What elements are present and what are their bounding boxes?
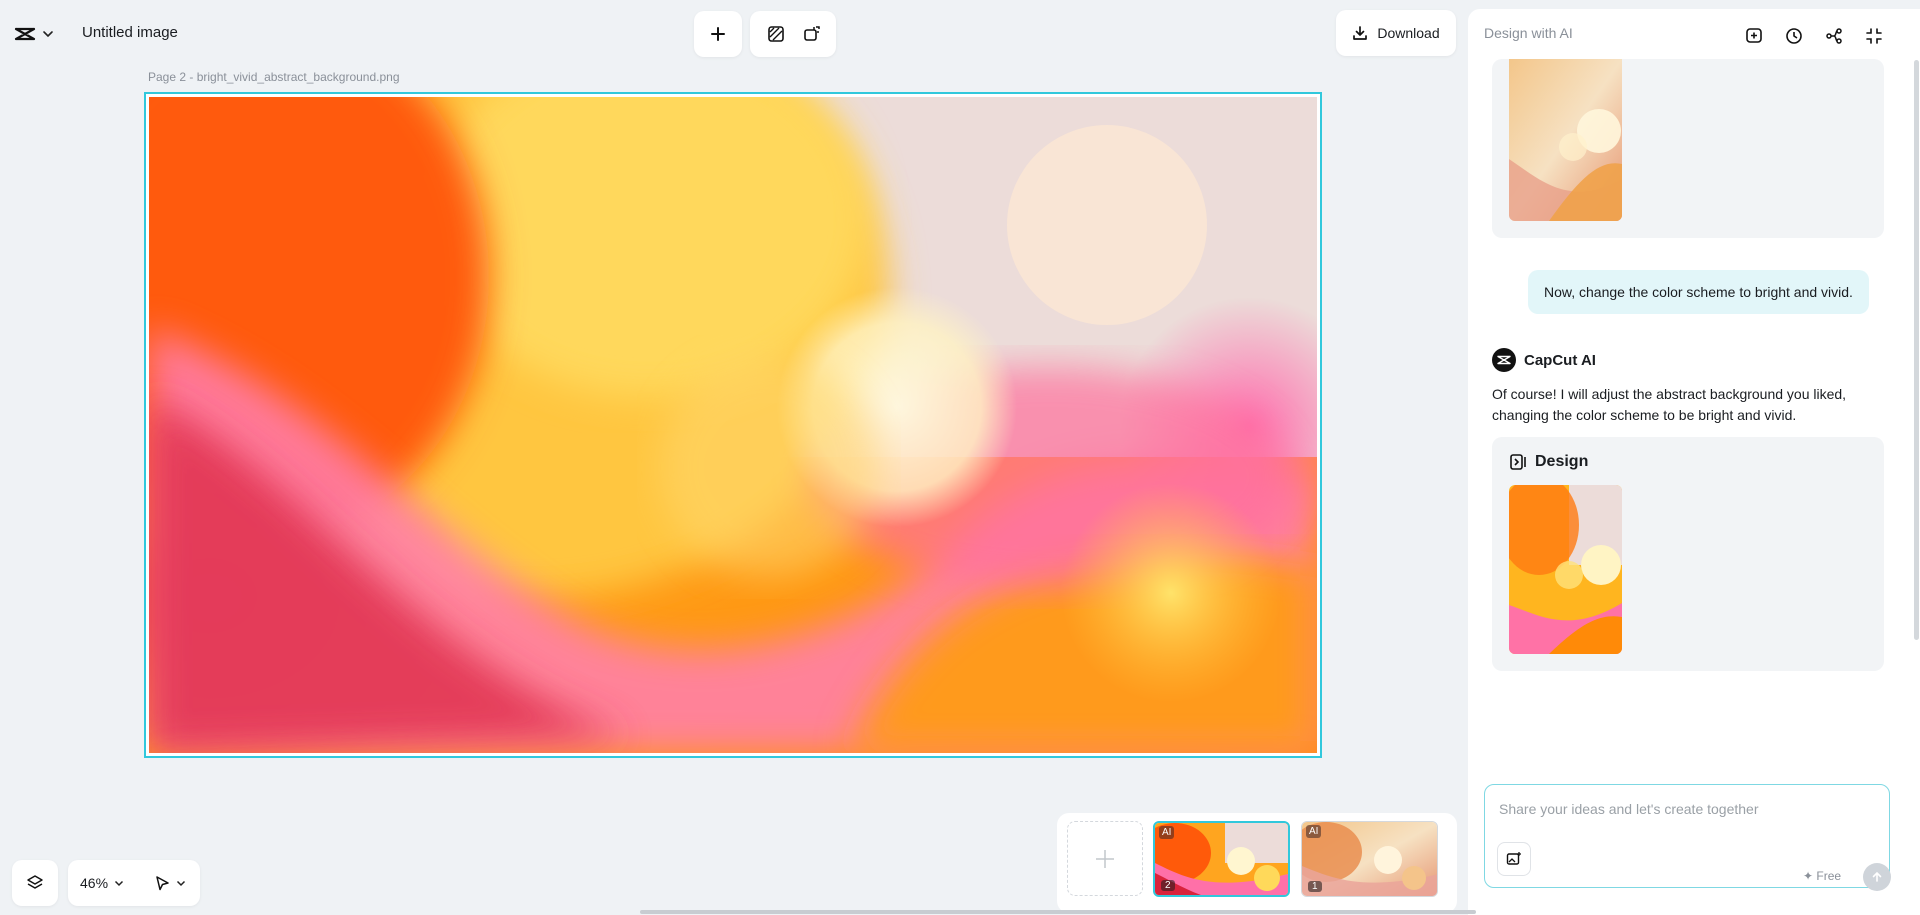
capcut-logo-icon (14, 26, 36, 42)
page-number: 1 (1308, 881, 1322, 892)
chevron-down-icon[interactable] (114, 878, 124, 888)
background-tool-icon[interactable] (767, 25, 785, 43)
layers-icon (26, 874, 44, 892)
horizontal-scrollbar[interactable] (640, 910, 1476, 914)
arrow-up-icon (1871, 871, 1883, 883)
panel-scrollbar[interactable] (1914, 60, 1919, 640)
ai-sender: CapCut AI (1492, 348, 1596, 372)
previous-design-thumbnail[interactable] (1509, 59, 1622, 221)
ai-sender-name: CapCut AI (1524, 351, 1596, 369)
design-result-card: Design (1492, 437, 1884, 671)
canvas-tools-group (750, 11, 836, 57)
image-upload-icon (1506, 851, 1522, 867)
new-chat-icon[interactable] (1742, 24, 1766, 48)
canvas-image[interactable] (149, 97, 1317, 753)
pointer-tool-icon[interactable] (154, 875, 170, 891)
collapse-icon[interactable] (1862, 24, 1886, 48)
app-logo-menu[interactable] (14, 20, 64, 48)
page-label: Page 2 - bright_vivid_abstract_backgroun… (148, 70, 400, 84)
design-result-thumbnail[interactable] (1509, 485, 1622, 654)
download-icon (1352, 25, 1368, 41)
design-heading: Design (1509, 453, 1588, 471)
chat-input-box: ✦ Free (1484, 784, 1891, 891)
free-label: ✦ Free (1803, 869, 1842, 883)
upload-image-button[interactable] (1497, 842, 1531, 876)
resize-tool-icon[interactable] (802, 25, 820, 43)
page-ai-badge: AI (1159, 826, 1175, 839)
chat-input[interactable] (1497, 797, 1881, 821)
user-message-bubble: Now, change the color scheme to bright a… (1528, 270, 1869, 314)
share-icon[interactable] (1822, 24, 1846, 48)
pages-strip: AI 2 AI 1 (1057, 813, 1457, 913)
send-button[interactable] (1863, 863, 1891, 891)
layers-button[interactable] (12, 860, 58, 906)
page-thumbnail-1[interactable]: AI 1 (1301, 821, 1438, 897)
plus-icon (1094, 848, 1116, 870)
zoom-and-pointer-group: 46% (68, 860, 200, 906)
zoom-level[interactable]: 46% (80, 875, 108, 891)
download-button[interactable]: Download (1336, 10, 1456, 56)
chevron-down-icon[interactable] (176, 878, 186, 888)
capcut-ai-avatar-icon (1492, 348, 1516, 372)
download-label: Download (1377, 25, 1440, 41)
ai-design-panel: Design with AI Now, change the color sch… (1468, 9, 1920, 915)
ai-message-text: Of course! I will adjust the abstract ba… (1492, 386, 1847, 423)
previous-design-card (1492, 59, 1884, 238)
page-ai-badge: AI (1306, 825, 1322, 838)
panel-title: Design with AI (1484, 25, 1573, 41)
add-page-button[interactable] (1067, 821, 1143, 896)
history-icon[interactable] (1782, 24, 1806, 48)
design-icon (1509, 453, 1527, 471)
design-heading-text: Design (1535, 453, 1589, 470)
page-number: 2 (1161, 880, 1175, 891)
plus-icon (710, 26, 726, 42)
canvas-page[interactable] (144, 92, 1322, 758)
chevron-down-icon (42, 28, 54, 40)
page-thumbnail-2[interactable]: AI 2 (1153, 821, 1290, 897)
document-title[interactable]: Untitled image (82, 24, 178, 41)
add-button[interactable] (694, 11, 742, 57)
